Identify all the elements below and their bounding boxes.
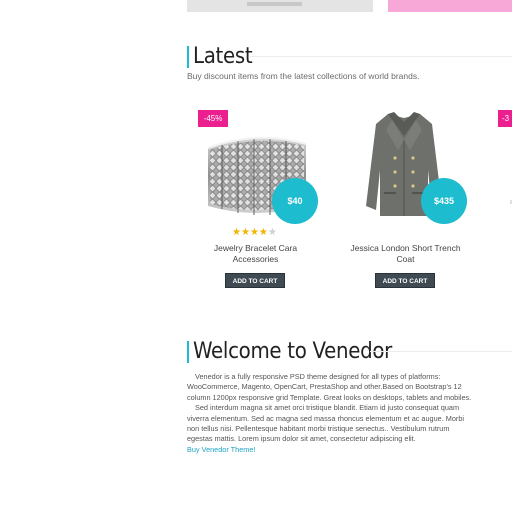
product-card: -3 <box>498 110 512 295</box>
welcome-heading: Welcome to Venedor <box>187 339 392 365</box>
welcome-text: Venedor is a fully responsive PSD theme … <box>187 372 475 455</box>
welcome-title: Welcome to Venedor <box>193 339 392 364</box>
heading-accent-bar <box>187 341 189 363</box>
welcome-paragraph: Venedor is a fully responsive PSD theme … <box>187 372 472 402</box>
price-badge: $40 <box>272 178 318 224</box>
product-card: -45% $40 ★★★★★ Jewelry Bracelet Cara Acc… <box>198 110 343 295</box>
product-name[interactable]: Jessica London Short Trench Coat <box>348 243 463 265</box>
star-icon: ★ <box>240 227 250 238</box>
latest-title: Latest <box>193 44 253 69</box>
heading-divider <box>250 56 512 57</box>
product-card: $435 Jessica London Short Trench Coat AD… <box>348 110 493 295</box>
price-badge: $435 <box>421 178 467 224</box>
star-icon: ★ <box>232 227 241 238</box>
buy-theme-link[interactable]: Buy Venedor Theme! <box>187 445 255 454</box>
latest-heading: Latest <box>187 44 253 70</box>
rating-stars: ★★★★★ <box>232 227 277 239</box>
promo-banner-right[interactable] <box>388 0 512 12</box>
star-icon: ★ <box>267 227 277 238</box>
banner-graphic <box>247 2 302 6</box>
promo-banner-left[interactable] <box>187 0 373 12</box>
add-to-cart-button[interactable]: ADD TO CART <box>225 273 285 288</box>
add-to-cart-button[interactable]: ADD TO CART <box>375 273 435 288</box>
star-icon: ★ <box>258 227 268 238</box>
product-name[interactable]: Jewelry Bracelet Cara Accessories <box>198 243 313 265</box>
sale-badge: -3 <box>498 110 512 127</box>
latest-subtitle: Buy discount items from the latest colle… <box>187 71 420 81</box>
star-icon: ★ <box>249 227 259 238</box>
heading-accent-bar <box>187 46 189 68</box>
welcome-paragraph: Sed interdum magna sit amet orci tristiq… <box>187 403 465 444</box>
heading-divider <box>370 351 512 352</box>
